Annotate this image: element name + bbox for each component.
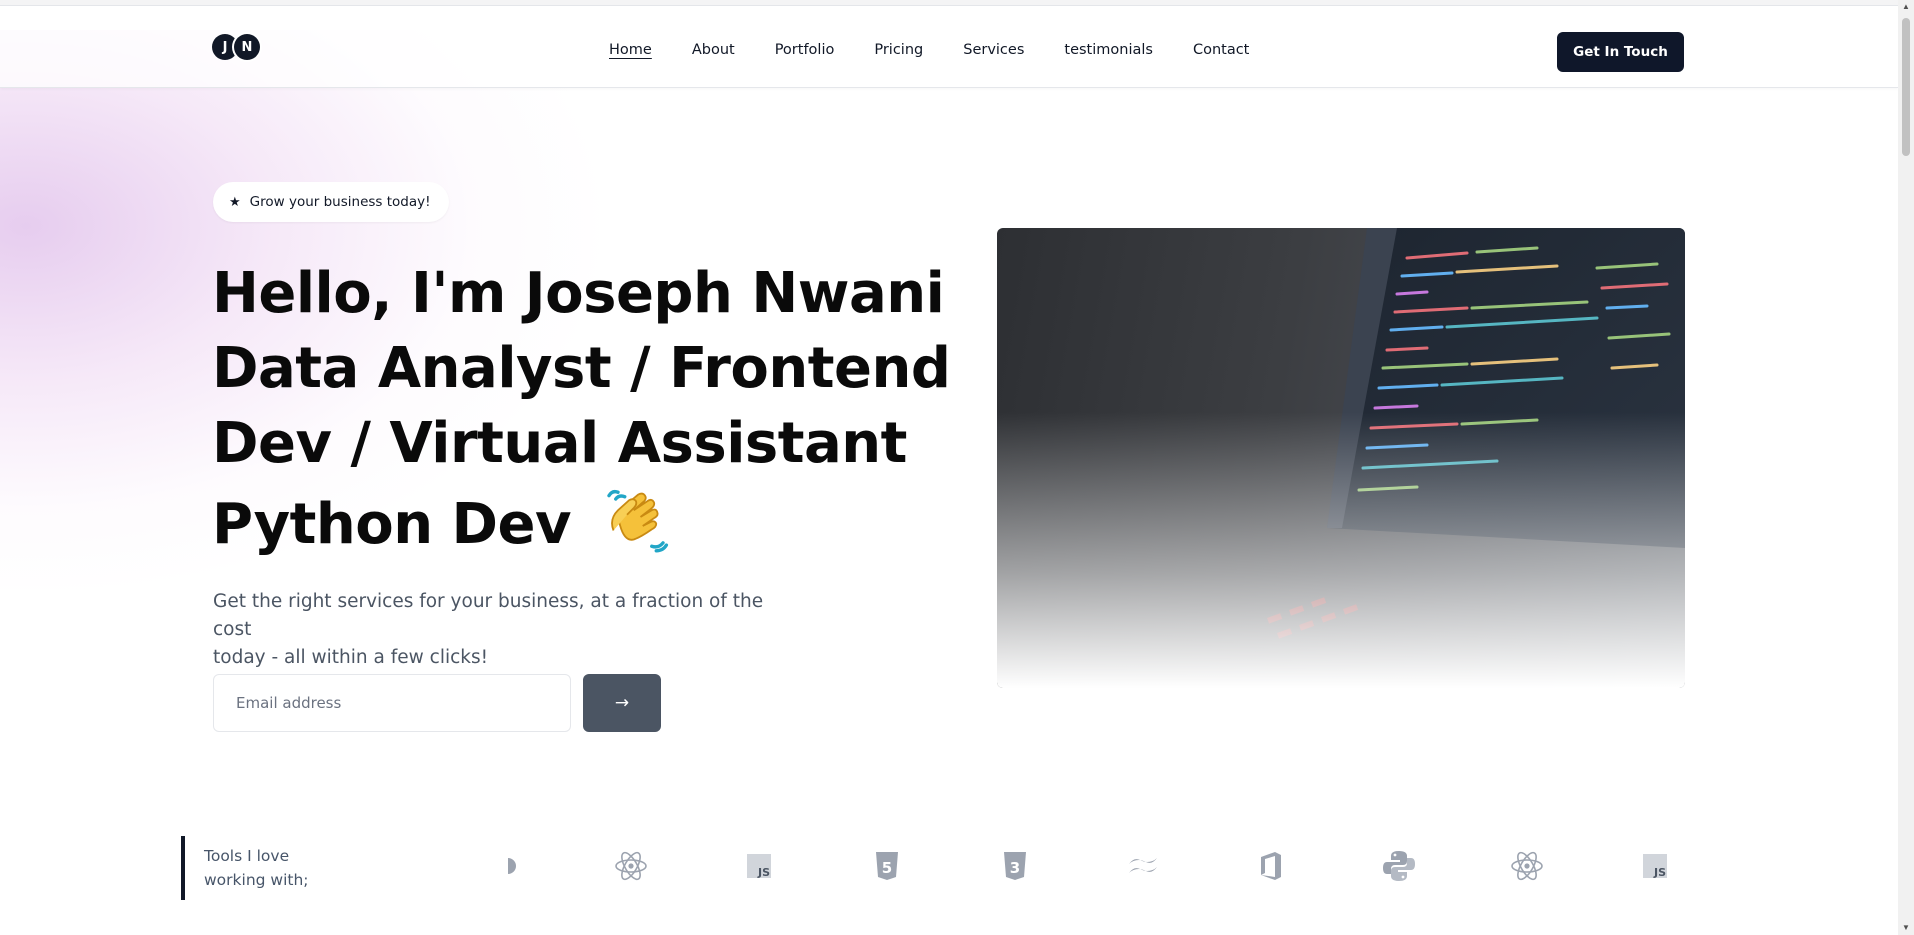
nav-home[interactable]: Home (609, 42, 652, 58)
promo-pill-text: Grow your business today! (249, 194, 431, 210)
tools-label-line-1: Tools I love (204, 847, 290, 865)
email-input[interactable] (213, 674, 571, 732)
hero-title-line-4-text: Python Dev (212, 492, 572, 557)
hero-title-line-4: Python Dev (212, 481, 972, 562)
logo[interactable]: J N (212, 34, 260, 60)
get-in-touch-button[interactable]: Get In Touch (1557, 32, 1684, 72)
logo-letter-n: N (234, 34, 260, 60)
hero-image (997, 228, 1685, 688)
star-icon: ★ (229, 194, 241, 210)
hero-title-line-3: Dev / Virtual Assistant (212, 411, 907, 476)
hero-image-fade (997, 228, 1685, 688)
partial-icon (496, 848, 532, 884)
react-icon (1509, 848, 1545, 884)
nav-about[interactable]: About (692, 42, 735, 58)
email-submit-button[interactable]: → (583, 674, 661, 732)
clapping-hands-icon (607, 489, 669, 553)
javascript-icon-text: JS (757, 866, 770, 879)
scroll-down-icon[interactable]: ▼ (1901, 923, 1911, 933)
css3-icon-text: 3 (1010, 859, 1020, 877)
nav-contact[interactable]: Contact (1193, 42, 1249, 58)
scrollbar-thumb[interactable] (1902, 18, 1910, 156)
hero-subtitle: Get the right services for your business… (213, 588, 793, 672)
site-header: J N Home About Portfolio Pricing Service… (0, 6, 1898, 88)
scroll-up-icon[interactable]: ▲ (1901, 2, 1911, 12)
tools-accent-bar (181, 836, 185, 900)
page: J N Home About Portfolio Pricing Service… (0, 0, 1898, 935)
hero-subtitle-line-2: today - all within a few clicks! (213, 647, 489, 668)
python-icon (1381, 848, 1417, 884)
nav-pricing[interactable]: Pricing (874, 42, 923, 58)
html5-icon: 5 (869, 848, 905, 884)
css3-icon: 3 (997, 848, 1033, 884)
tailwind-icon (1125, 848, 1161, 884)
promo-pill: ★ Grow your business today! (213, 182, 449, 222)
hero-subtitle-line-1: Get the right services for your business… (213, 591, 764, 640)
html5-icon-text: 5 (882, 859, 892, 877)
hero-title-line-1: Hello, I'm Joseph Nwani (212, 261, 945, 326)
react-icon (613, 848, 649, 884)
page-scrollbar[interactable]: ▲ ▼ (1898, 0, 1914, 935)
main-nav: Home About Portfolio Pricing Services te… (609, 42, 1289, 58)
hero-title-line-2: Data Analyst / Frontend (212, 336, 951, 401)
javascript-icon: JS (741, 848, 777, 884)
office-icon (1253, 848, 1289, 884)
hero-title: Hello, I'm Joseph Nwani Data Analyst / F… (212, 256, 972, 562)
tools-label: Tools I love working with; (204, 844, 324, 892)
nav-portfolio[interactable]: Portfolio (775, 42, 835, 58)
nav-testimonials[interactable]: testimonials (1064, 42, 1153, 58)
javascript-icon: JS (1637, 848, 1673, 884)
javascript-icon-text: JS (1653, 866, 1666, 879)
nav-services[interactable]: Services (963, 42, 1024, 58)
tools-label-line-2: working with; (204, 871, 309, 889)
